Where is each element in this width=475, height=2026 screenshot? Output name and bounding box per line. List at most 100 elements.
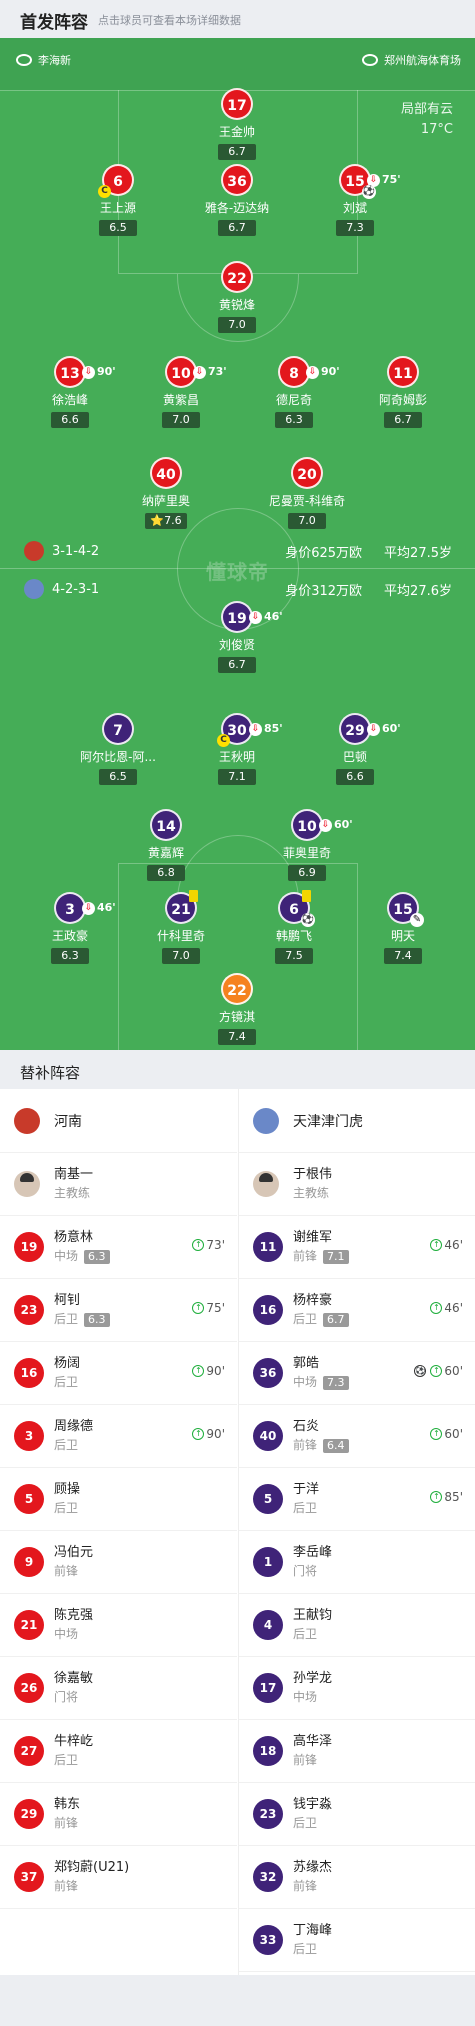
player-marker[interactable]: 8 ⇩ 90' 德尼奇 6.3 bbox=[239, 356, 349, 428]
player-marker[interactable]: 7 阿尔比恩-阿... 6.5 bbox=[63, 713, 173, 785]
player-marker[interactable]: 6 ⚽ 韩鹏飞 7.5 bbox=[239, 890, 349, 964]
bench-player-row[interactable]: 26 徐嘉敏 门将 bbox=[0, 1657, 237, 1720]
player-marker[interactable]: 10 ⇩ 60' 菲奥里奇 6.9 bbox=[252, 809, 362, 881]
home-team-header[interactable]: 河南 bbox=[0, 1089, 237, 1153]
player-name: 周缘德 bbox=[54, 1419, 94, 1434]
player-meta: 前锋 6.4 bbox=[293, 1436, 349, 1454]
player-marker[interactable]: 6 C 王上源 6.5 bbox=[63, 164, 173, 236]
player-rating: 7.1 bbox=[218, 769, 256, 785]
bench-player-row[interactable]: 19 杨意林 中场 6.3 ↑ 73' bbox=[0, 1216, 237, 1279]
player-meta: 后卫 bbox=[54, 1499, 80, 1517]
player-marker[interactable]: 20 尼曼贾-科维奇 7.0 bbox=[252, 457, 362, 529]
player-meta: 后卫 bbox=[293, 1814, 332, 1832]
bench-player-row[interactable]: 11 谢维军 前锋 7.1 ↑ 46' bbox=[239, 1216, 475, 1279]
bench-player-row[interactable]: 16 杨阔 后卫 ↑ 90' bbox=[0, 1342, 237, 1405]
player-marker[interactable]: 3 ⇩ 46' 王政豪 6.3 bbox=[15, 892, 125, 964]
player-rating: 6.7 bbox=[323, 1313, 349, 1327]
home-bench-column: 河南 南基一 主教练 19 杨意林 中场 6.3 ↑ 73' 23 柯钊 后卫 6.3 ↑ 75' 16 杨… bbox=[0, 1089, 237, 1909]
bench-player-row[interactable]: 9 冯伯元 前锋 bbox=[0, 1531, 237, 1594]
player-marker[interactable]: 19 ⇩ 46' 刘俊贤 6.7 bbox=[182, 601, 292, 673]
player-position: 前锋 bbox=[293, 1753, 318, 1767]
player-marker[interactable]: 30 ⇩ 85' C 王秋明 7.1 bbox=[182, 713, 292, 785]
bench-player-row[interactable]: 3 周缘德 后卫 ↑ 90' bbox=[0, 1405, 237, 1468]
player-marker[interactable]: 21 什科里奇 7.0 bbox=[126, 890, 236, 964]
bench-player-row[interactable]: 23 钱宇淼 后卫 bbox=[239, 1783, 475, 1846]
player-rating: 7.5 bbox=[275, 948, 313, 964]
bench-player-row[interactable]: 16 杨梓豪 后卫 6.7 ↑ 46' bbox=[239, 1279, 475, 1342]
bench-player-row[interactable]: 29 韩东 前锋 bbox=[0, 1783, 237, 1846]
sub-in-minute: 60' bbox=[444, 1364, 463, 1378]
player-number: 1 bbox=[253, 1547, 283, 1577]
bench-player-row[interactable]: 33 丁海峰 后卫 bbox=[239, 1909, 475, 1972]
player-rating: 7.0 bbox=[162, 412, 200, 428]
player-number: 23 bbox=[253, 1799, 283, 1829]
player-number: 17 bbox=[253, 1673, 283, 1703]
bench-player-row[interactable]: 37 郑钧蔚(U21) 前锋 bbox=[0, 1846, 237, 1909]
player-name: 高华泽 bbox=[293, 1734, 333, 1749]
match-info-bar: 李海新 郑州航海体育场 bbox=[0, 38, 475, 90]
player-rating: 6.6 bbox=[51, 412, 89, 428]
player-position: 门将 bbox=[54, 1690, 79, 1704]
sub-in-icon: ↑ bbox=[192, 1365, 205, 1377]
player-marker[interactable]: 17 王金帅 6.7 bbox=[182, 88, 292, 160]
player-marker[interactable]: 40 纳萨里奥 ⭐7.6 bbox=[111, 457, 221, 529]
player-name: 郑钧蔚(U21) bbox=[54, 1860, 130, 1875]
home-logo-icon bbox=[24, 541, 44, 561]
bench-player-row[interactable]: 5 顾操 后卫 bbox=[0, 1468, 237, 1531]
sub-in-info: ↑ 73' bbox=[192, 1238, 225, 1252]
player-meta: 中场 bbox=[54, 1625, 93, 1643]
rating-value: 7.0 bbox=[172, 413, 190, 426]
player-marker[interactable]: 22 方镜淇 7.4 bbox=[182, 973, 292, 1045]
player-marker[interactable]: 15 ⇩ 75' ⚽ 刘斌 7.3 bbox=[300, 164, 410, 236]
bench-player-row[interactable]: 27 牛梓屹 后卫 bbox=[0, 1720, 237, 1783]
away-team-header[interactable]: 天津津门虎 bbox=[239, 1089, 475, 1153]
sub-out-icon: ⇩ bbox=[249, 610, 262, 624]
sub-in-icon: ↑ bbox=[430, 1302, 443, 1314]
player-meta: 后卫 bbox=[54, 1436, 93, 1454]
sub-minute: 85' bbox=[264, 722, 283, 735]
yellow-card-icon bbox=[302, 890, 311, 902]
player-name: 王政豪 bbox=[51, 929, 88, 943]
bench-player-row[interactable]: 36 郭皓 中场 7.3 ⚽ ↑ 60' bbox=[239, 1342, 475, 1405]
player-name: 牛梓屹 bbox=[54, 1734, 94, 1749]
player-marker[interactable]: 22 黄锐烽 7.0 bbox=[182, 261, 292, 333]
player-marker[interactable]: 14 黄嘉辉 6.8 bbox=[111, 809, 221, 881]
player-name: 顾操 bbox=[54, 1482, 81, 1497]
player-marker[interactable]: 29 ⇩ 60' 巴顿 6.6 bbox=[300, 713, 410, 785]
sub-in-minute: 85' bbox=[444, 1490, 463, 1504]
player-position: 后卫 bbox=[293, 1312, 318, 1326]
bench-player-row[interactable]: 5 于洋 后卫 ↑ 85' bbox=[239, 1468, 475, 1531]
player-number: 30 ⇩ 85' C bbox=[217, 713, 283, 747]
player-name: 黄锐烽 bbox=[218, 298, 255, 312]
referee: 李海新 bbox=[16, 52, 71, 68]
bench-player-row[interactable]: 4 王献钧 后卫 bbox=[239, 1594, 475, 1657]
home-logo-icon bbox=[14, 1107, 40, 1134]
home-coach[interactable]: 南基一 主教练 bbox=[0, 1153, 237, 1216]
player-name: 尼曼贾-科维奇 bbox=[268, 494, 346, 508]
player-marker[interactable]: 13 ⇩ 90' 徐浩峰 6.6 bbox=[15, 356, 125, 428]
bench-player-row[interactable]: 17 孙学龙 中场 bbox=[239, 1657, 475, 1720]
away-formation: 4-2-3-1 bbox=[52, 581, 100, 597]
player-marker[interactable]: 36 雅各-迈达纳 6.7 bbox=[182, 164, 292, 236]
player-marker[interactable]: 15 ✎ 明天 7.4 bbox=[348, 892, 458, 964]
player-meta: 前锋 bbox=[54, 1877, 129, 1895]
away-coach[interactable]: 于根伟 主教练 bbox=[239, 1153, 475, 1216]
sub-in-minute: 73' bbox=[206, 1238, 225, 1252]
bench-player-row[interactable]: 40 石炎 前锋 6.4 ↑ 60' bbox=[239, 1405, 475, 1468]
player-name: 阿奇姆彭 bbox=[378, 393, 427, 407]
player-name: 王献钧 bbox=[293, 1608, 333, 1623]
player-rating: 6.6 bbox=[336, 769, 374, 785]
player-rating: 6.3 bbox=[84, 1313, 110, 1327]
rating-value: 6.6 bbox=[61, 413, 79, 426]
player-marker[interactable]: 10 ⇩ 73' 黄紫昌 7.0 bbox=[126, 356, 236, 428]
bench-player-row[interactable]: 23 柯钊 后卫 6.3 ↑ 75' bbox=[0, 1279, 237, 1342]
home-age: 平均27.5岁 bbox=[384, 545, 452, 561]
rating-value: 6.9 bbox=[298, 866, 316, 879]
bench-player-row[interactable]: 32 苏缘杰 前锋 bbox=[239, 1846, 475, 1909]
bench-player-row[interactable]: 18 高华泽 前锋 bbox=[239, 1720, 475, 1783]
player-marker[interactable]: 11 阿奇姆彭 6.7 bbox=[348, 356, 458, 428]
bench-player-row[interactable]: 21 陈克强 中场 bbox=[0, 1594, 237, 1657]
rating-value: 7.0 bbox=[172, 949, 190, 962]
bench-player-row[interactable]: 1 李岳峰 门将 bbox=[239, 1531, 475, 1594]
sub-in-info: ↑ 90' bbox=[192, 1364, 225, 1378]
